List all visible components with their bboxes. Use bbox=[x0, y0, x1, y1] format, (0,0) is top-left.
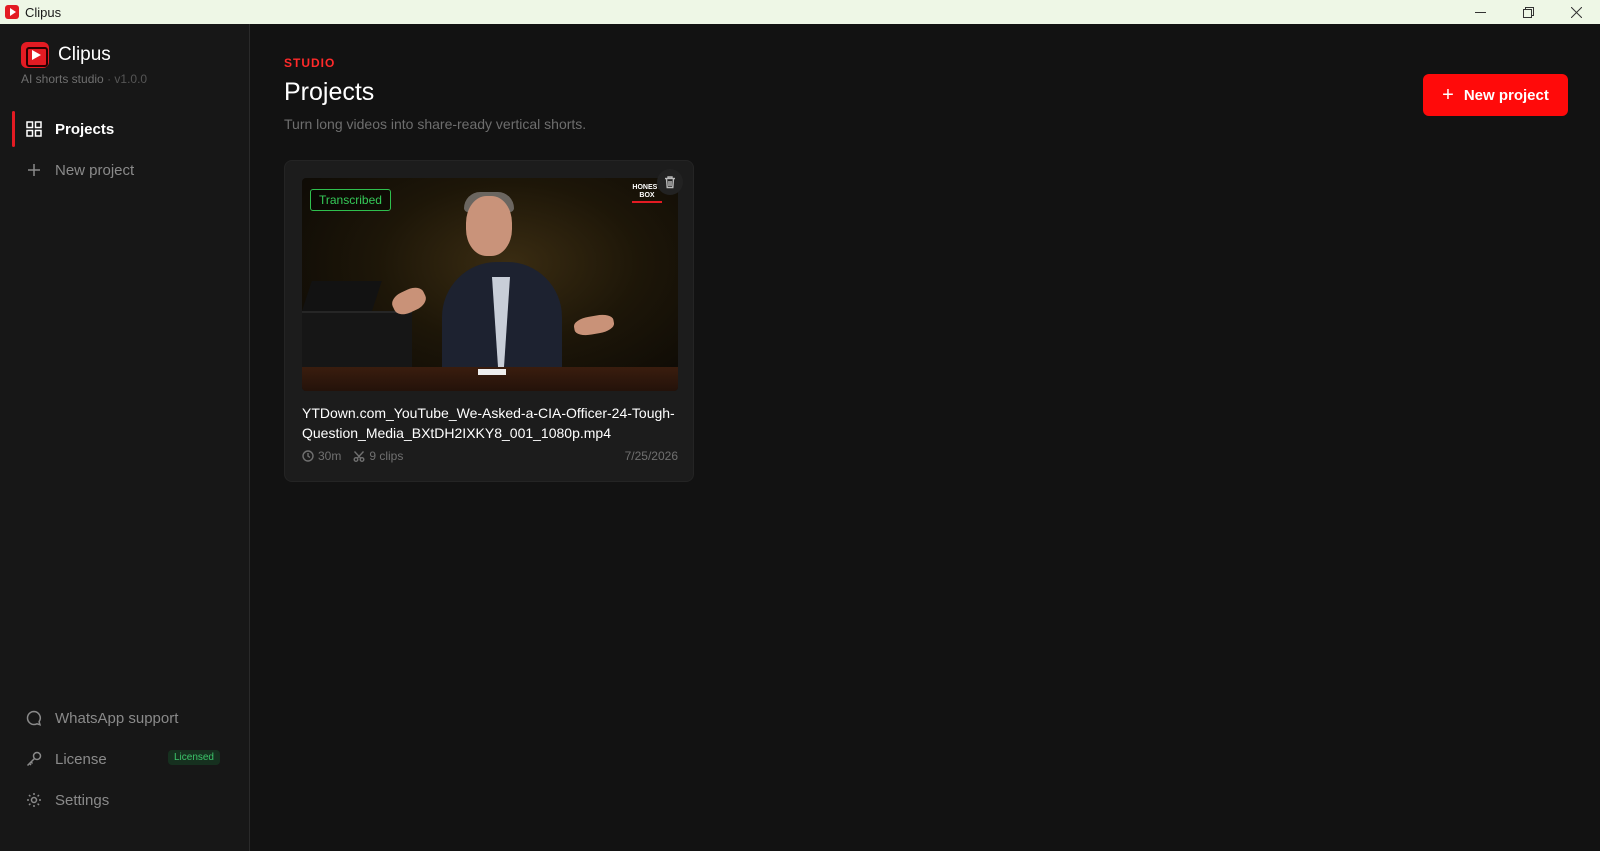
plus-icon: + bbox=[1442, 84, 1454, 106]
sidebar-item-license[interactable]: License Licensed bbox=[12, 741, 238, 777]
sidebar-item-whatsapp-support[interactable]: WhatsApp support bbox=[12, 700, 238, 736]
plus-icon bbox=[26, 162, 42, 178]
window-titlebar: Clipus bbox=[0, 0, 1600, 24]
sidebar-item-projects[interactable]: Projects bbox=[12, 111, 238, 147]
project-filename: YTDown.com_YouTube_We-Asked-a-CIA-Office… bbox=[302, 405, 675, 441]
thumbnail-scene bbox=[302, 281, 382, 311]
thumbnail-scene bbox=[466, 196, 512, 256]
trash-icon bbox=[665, 176, 675, 189]
restore-button[interactable] bbox=[1504, 0, 1552, 24]
page-title: Projects bbox=[284, 78, 375, 106]
brand-tagline: AI shorts studio bbox=[21, 72, 104, 86]
delete-project-button[interactable] bbox=[657, 169, 683, 195]
page-subtitle: Turn long videos into share-ready vertic… bbox=[284, 116, 587, 132]
chat-bubble-icon bbox=[26, 710, 42, 726]
brand-version: · v1.0.0 bbox=[107, 72, 148, 86]
new-project-button[interactable]: + New project bbox=[1423, 74, 1568, 116]
project-date: 7/25/2026 bbox=[624, 449, 678, 463]
thumbnail-scene bbox=[572, 312, 616, 338]
watermark-text: BOX bbox=[639, 192, 655, 199]
close-button[interactable] bbox=[1552, 0, 1600, 24]
sidebar-item-label: Settings bbox=[55, 791, 110, 809]
section-eyebrow: STUDIO bbox=[284, 56, 336, 70]
watermark-underline bbox=[632, 201, 662, 203]
restore-icon bbox=[1522, 6, 1534, 18]
sidebar-item-new-project[interactable]: New project bbox=[12, 152, 238, 188]
project-card[interactable]: HONEST BOX Transcribed YTDown.com_YouTub… bbox=[284, 160, 694, 482]
window-controls bbox=[1456, 0, 1600, 24]
scissors-icon bbox=[353, 451, 365, 462]
app-logo-icon bbox=[5, 5, 19, 19]
project-meta: 30m 9 clips 7/25/2026 bbox=[302, 448, 678, 464]
project-duration: 30m bbox=[318, 449, 342, 463]
clipus-logo-icon bbox=[21, 42, 49, 68]
sidebar-item-label: License bbox=[55, 750, 107, 768]
minimize-icon bbox=[1474, 11, 1486, 13]
close-icon bbox=[1570, 6, 1582, 18]
key-icon bbox=[26, 751, 42, 767]
minimize-button[interactable] bbox=[1456, 0, 1504, 24]
duration-meta: 30m bbox=[302, 449, 341, 463]
thumbnail-scene bbox=[478, 369, 506, 375]
project-clips-count: 9 clips bbox=[369, 449, 404, 463]
sidebar-item-label: WhatsApp support bbox=[55, 709, 179, 727]
gear-icon bbox=[26, 792, 42, 808]
main-content: STUDIO Projects Turn long videos into sh… bbox=[250, 24, 1600, 851]
sidebar-item-settings[interactable]: Settings bbox=[12, 782, 238, 818]
new-project-label: New project bbox=[1463, 86, 1549, 104]
grid-icon bbox=[26, 121, 42, 137]
window-title: Clipus bbox=[25, 4, 62, 20]
brand: Clipus bbox=[21, 42, 111, 68]
sidebar-item-label: Projects bbox=[55, 120, 115, 138]
clips-meta: 9 clips bbox=[353, 449, 403, 463]
license-status-badge: Licensed bbox=[167, 750, 220, 765]
brand-name: Clipus bbox=[58, 44, 111, 65]
clock-icon bbox=[302, 450, 314, 462]
sidebar: Clipus AI shorts studio · v1.0.0 Project… bbox=[0, 24, 250, 851]
sidebar-item-label: New project bbox=[55, 161, 135, 179]
brand-subtitle: AI shorts studio · v1.0.0 bbox=[21, 72, 147, 86]
status-badge: Transcribed bbox=[310, 189, 391, 211]
